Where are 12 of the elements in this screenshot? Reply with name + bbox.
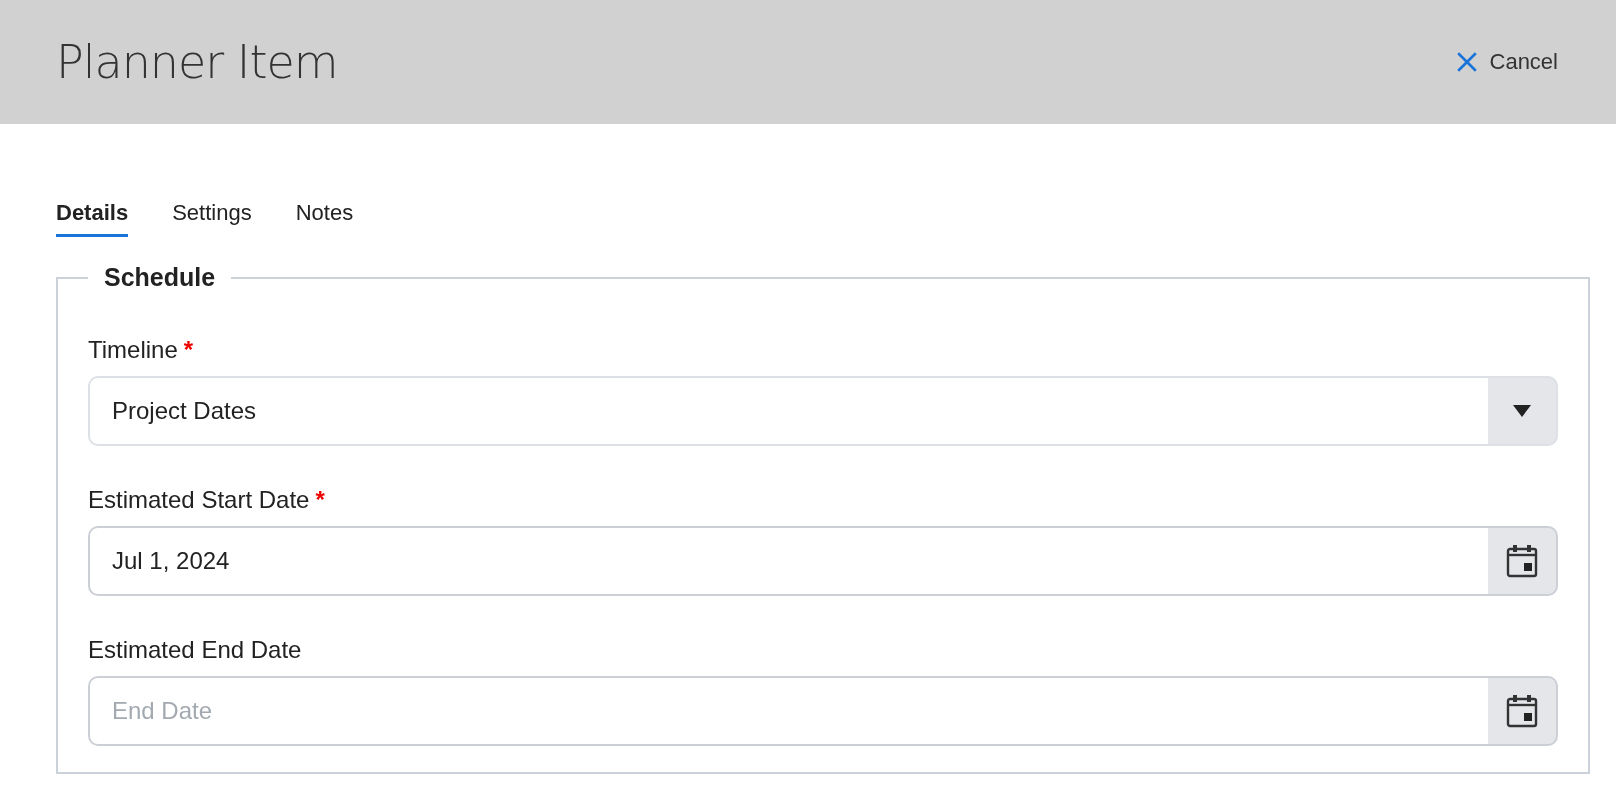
required-mark: * <box>315 486 325 513</box>
tab[interactable]: Details <box>56 196 129 237</box>
field-label: Timeline <box>88 336 178 363</box>
field-label: Estimated End Date <box>88 636 302 663</box>
field-label: Estimated Start Date <box>88 486 310 513</box>
close-icon <box>1455 51 1478 73</box>
section-title: Schedule <box>103 263 217 292</box>
page-title: Planner Item <box>56 35 338 89</box>
required-mark: * <box>183 336 194 363</box>
cancel-button[interactable]: Cancel <box>1451 45 1562 79</box>
tab[interactable]: Notes <box>295 196 354 237</box>
tab[interactable]: Settings <box>172 196 252 237</box>
